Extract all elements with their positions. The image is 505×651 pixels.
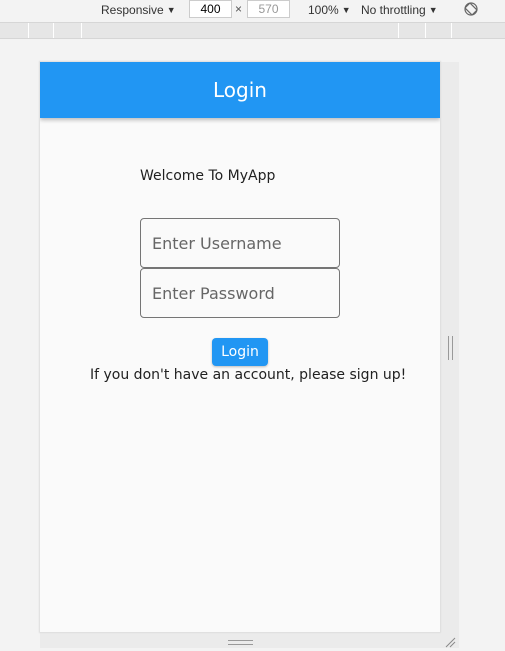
dimension-separator: × [235, 2, 243, 16]
ruler-mark [53, 23, 54, 38]
ruler-mark [425, 23, 426, 38]
zoom-dropdown[interactable]: 100% ▼ [308, 2, 351, 18]
throttling-label: No throttling [361, 3, 426, 17]
ruler-mark [398, 23, 399, 38]
welcome-text: Welcome To MyApp [140, 168, 276, 184]
resize-corner-icon[interactable] [444, 636, 456, 648]
ruler-mark [81, 23, 82, 38]
username-field[interactable] [140, 218, 340, 268]
device-mode-dropdown[interactable]: Responsive ▼ [101, 2, 176, 18]
device-viewport: Login Welcome To MyApp Login If you don'… [40, 62, 440, 632]
ruler-mark [451, 23, 452, 38]
ruler-mark [28, 23, 29, 38]
password-field[interactable] [140, 268, 340, 318]
rotate-icon[interactable] [463, 1, 479, 17]
viewport-height-input[interactable] [247, 0, 290, 18]
login-button[interactable]: Login [212, 338, 268, 366]
zoom-label: 100% [308, 3, 339, 17]
resize-handle-bottom[interactable] [228, 640, 253, 645]
viewport-width-input[interactable] [189, 0, 232, 18]
device-toolbar: Responsive▼ × 100%▼ No throttling▼ [0, 0, 505, 20]
chevron-down-icon: ▼ [166, 5, 176, 15]
app-bar: Login [40, 62, 440, 118]
device-mode-label: Responsive [101, 3, 164, 17]
throttling-dropdown[interactable]: No throttling ▼ [361, 2, 438, 18]
resize-handle-right[interactable] [448, 336, 453, 360]
chevron-down-icon: ▼ [428, 5, 438, 15]
page-title: Login [213, 78, 267, 102]
signup-link[interactable]: If you don't have an account, please sig… [90, 367, 406, 383]
media-query-ruler[interactable] [0, 22, 505, 39]
chevron-down-icon: ▼ [341, 5, 351, 15]
